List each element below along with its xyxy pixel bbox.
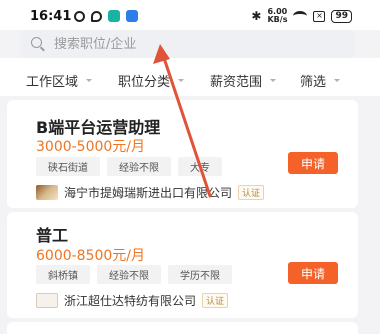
job-tag: 斜桥镇 [36,265,90,284]
speed-unit: KB/s [267,15,288,24]
status-time: 16:41 [30,9,72,24]
job-title: 普工 [36,226,69,245]
job-tags: 斜桥镇 经验不限 学历不限 [36,265,232,284]
company-row[interactable]: 海宁市提姆瑞斯进出口有限公司 认证 [36,184,265,201]
job-salary: 3000-5000元/月 [36,139,146,155]
filter-category[interactable]: 职位分类 [118,71,185,90]
job-card[interactable]: B端平台运营助理 3000-5000元/月 硖石街道 经验不限 大专 申请 海宁… [7,100,358,208]
notification-icons [74,10,138,22]
company-name: 浙江超仕达特纺有限公司 [64,294,197,308]
job-tag: 学历不限 [168,265,232,284]
network-speed: 6.00 KB/s [267,8,287,24]
filter-salary[interactable]: 薪资范围 [210,71,277,90]
job-card[interactable] [7,322,358,334]
filter-bar: 工作区域 职位分类 薪资范围 筛选 [0,58,380,96]
search-input[interactable] [54,34,334,54]
job-tag: 经验不限 [107,157,171,176]
app-notification-icon [108,10,120,22]
filter-more[interactable]: 筛选 [300,71,341,90]
apply-button[interactable]: 申请 [288,262,338,284]
job-card[interactable]: 普工 6000-8500元/月 斜桥镇 经验不限 学历不限 申请 浙江超仕达特纺… [7,212,358,318]
chevron-down-icon [270,79,277,82]
chat-icon [91,10,102,22]
filter-label: 筛选 [300,75,327,90]
chevron-down-icon [334,79,341,82]
chevron-down-icon [178,79,185,82]
q-app-icon [74,10,85,22]
app-notification-icon [126,10,138,22]
bluetooth-icon: ✱ [251,9,262,23]
company-row[interactable]: 浙江超仕达特纺有限公司 认证 [36,292,229,309]
company-name: 海宁市提姆瑞斯进出口有限公司 [64,186,233,200]
job-tag: 大专 [178,157,222,176]
job-tag: 经验不限 [97,265,161,284]
job-tag: 硖石街道 [36,157,100,176]
status-bar: 16:41 ✱ 6.00 KB/s × 99 [0,0,380,30]
search-icon [31,37,42,48]
battery-icon: 99 [331,9,352,23]
job-tags: 硖石街道 经验不限 大专 [36,157,222,176]
apply-button[interactable]: 申请 [288,152,338,174]
filter-label: 薪资范围 [210,75,263,90]
filter-label: 职位分类 [118,75,171,90]
filter-label: 工作区域 [26,75,79,90]
job-title: B端平台运营助理 [36,118,161,137]
verified-badge: 认证 [238,185,265,200]
verified-badge: 认证 [202,293,229,308]
search-bar[interactable] [20,30,354,58]
job-salary: 6000-8500元/月 [36,248,146,264]
company-logo [36,293,58,308]
filter-area[interactable]: 工作区域 [26,71,93,90]
chevron-down-icon [86,79,93,82]
company-logo [36,185,58,200]
sim-icon: × [313,10,326,22]
wifi-icon [293,11,308,21]
system-icons: ✱ 6.00 KB/s × 99 [251,8,352,24]
